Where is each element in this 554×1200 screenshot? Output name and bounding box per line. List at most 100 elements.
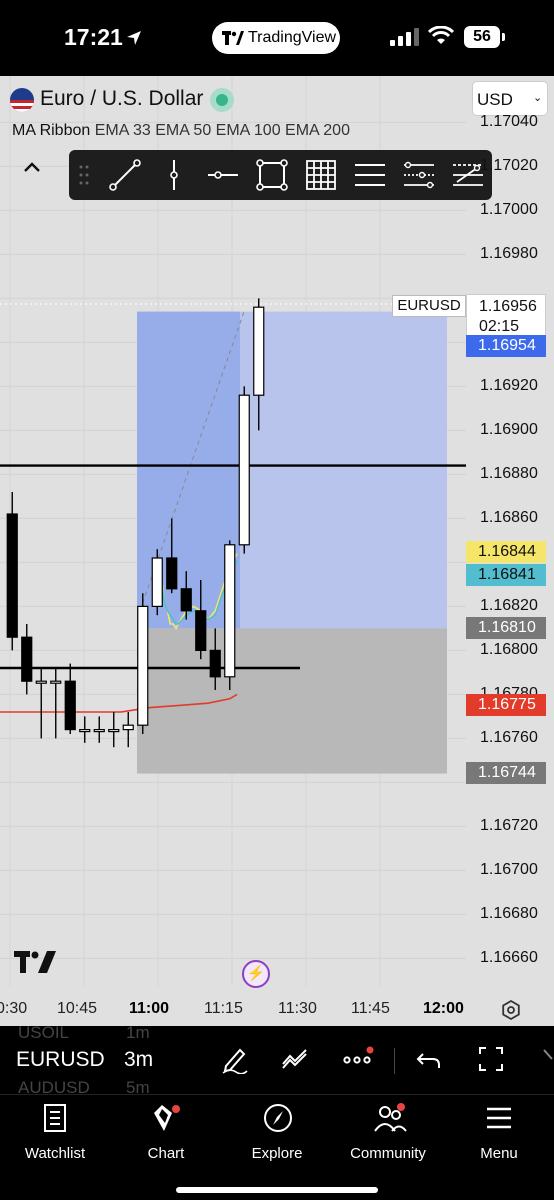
chevron-up-icon[interactable]	[22, 160, 42, 174]
bar-countdown: 02:15	[479, 318, 520, 335]
candle-body	[238, 394, 250, 546]
price-axis-label: 1.16660	[480, 949, 538, 967]
candle-body	[151, 557, 163, 608]
battery-level: 56	[464, 26, 500, 48]
trend-line-tool-icon[interactable]	[106, 156, 144, 194]
symbol-title[interactable]: Euro / U.S. Dollar	[40, 87, 203, 111]
home-indicator	[176, 1187, 378, 1193]
nav-chart[interactable]: Chart	[111, 1103, 221, 1163]
candle-body	[224, 544, 236, 678]
price-axis-label: 1.16820	[480, 597, 538, 615]
wifi-icon	[428, 26, 454, 44]
time-label: 10:45	[57, 1000, 98, 1017]
indicator-legend[interactable]: MA Ribbon EMA 33 EMA 50 EMA 100 EMA 200	[12, 122, 350, 140]
price-axis-label: 1.16920	[480, 377, 538, 395]
price-axis-label: 1.16860	[480, 509, 538, 527]
nav-explore[interactable]: Explore	[222, 1103, 332, 1163]
hamburger-menu-icon	[487, 1107, 511, 1129]
price-axis-label: 1.16980	[480, 245, 538, 263]
current-price: 1.16956	[479, 298, 537, 315]
candle-body	[166, 557, 178, 590]
candle-body	[195, 610, 207, 651]
drag-handle-icon[interactable]	[79, 164, 89, 186]
candle-body	[6, 513, 18, 638]
picker-item-above[interactable]: USOIL	[18, 1026, 69, 1043]
candle-body	[21, 636, 33, 682]
stop-price-tag: 1.16744	[466, 762, 546, 784]
picker-item-below[interactable]: AUDUSD	[18, 1078, 90, 1094]
symbol-bar: USOIL 1m EURUSD 3m AUDUSD 5m	[0, 1026, 554, 1094]
indicators-icon[interactable]	[280, 1044, 310, 1074]
nav-chart-label: Chart	[147, 1145, 185, 1162]
nav-explore-label: Explore	[251, 1145, 303, 1162]
fullscreen-icon[interactable]	[476, 1044, 506, 1074]
location-arrow-icon	[127, 31, 141, 45]
ema200-price-tag: 1.16775	[466, 694, 546, 716]
price-axis-label: 1.17020	[480, 157, 538, 175]
entry-price-tag: 1.16810	[466, 617, 546, 639]
status-time: 17:21	[64, 24, 123, 50]
loss-zone	[137, 628, 447, 774]
price-axis-label: 1.16800	[480, 641, 538, 659]
price-axis-label: 1.16880	[480, 465, 538, 483]
nav-community[interactable]: Community	[333, 1103, 443, 1163]
market-status-icon[interactable]	[210, 88, 234, 112]
horizontal-line-tool-icon[interactable]	[204, 156, 242, 194]
price-axis-label: 1.16760	[480, 729, 538, 747]
picker-timeframe-below[interactable]: 5m	[126, 1078, 150, 1094]
regression-channel-tool-icon[interactable]	[400, 156, 438, 194]
indicator-params: EMA 33 EMA 50 EMA 100 EMA 200	[94, 122, 350, 139]
battery-tip	[502, 33, 505, 41]
indicator-name: MA Ribbon	[12, 122, 91, 139]
drawing-toolbar	[69, 150, 492, 200]
candle-body	[137, 605, 149, 726]
picker-timeframe-above[interactable]: 1m	[126, 1026, 150, 1043]
grid-tool-icon[interactable]	[302, 156, 340, 194]
candle-body	[108, 728, 120, 733]
candle-body	[35, 680, 47, 684]
chart-area[interactable]: Euro / U.S. Dollar USD ⌄ MA Ribbon EMA 3…	[0, 76, 554, 1026]
price-axis-label: 1.16720	[480, 817, 538, 835]
nav-menu-label: Menu	[480, 1145, 518, 1162]
price-axis-label: 1.16680	[480, 905, 538, 923]
tradingview-logo-icon	[222, 31, 244, 45]
price-axis[interactable]: 1.17040 1.17020 1.17000 1.16980 1.16920 1.169…	[466, 76, 554, 996]
symbol-picker[interactable]: EURUSD	[16, 1048, 105, 1072]
pen-drawing-icon[interactable]	[220, 1044, 250, 1074]
ema33-price-tag: 1.16844	[466, 541, 546, 563]
current-price-tag: 1.16956 02:15	[466, 294, 546, 338]
rectangle-tool-icon[interactable]	[253, 156, 291, 194]
community-icon	[374, 1103, 407, 1132]
ema50-price-tag: 1.16841	[466, 564, 546, 586]
toolbar-divider	[394, 1048, 395, 1074]
tradingview-pill[interactable]: TradingView	[212, 22, 340, 54]
candle-body	[253, 306, 265, 396]
price-axis-label: 1.17040	[480, 113, 538, 131]
price-axis-label: 1.16900	[480, 421, 538, 439]
nav-menu[interactable]: Menu	[444, 1103, 554, 1163]
time-label: 11:45	[351, 1000, 390, 1017]
candle-body	[122, 724, 134, 731]
time-label: 11:30	[278, 1000, 317, 1017]
candle-body	[209, 649, 221, 678]
time-label: 12:00	[423, 1000, 464, 1017]
chevron-right-icon[interactable]	[540, 1044, 554, 1074]
time-label: 11:15	[204, 1000, 243, 1017]
more-options-icon[interactable]	[342, 1044, 374, 1074]
vertical-line-tool-icon[interactable]	[155, 156, 193, 194]
watchlist-icon	[44, 1104, 66, 1132]
nav-community-label: Community	[350, 1145, 426, 1162]
timeframe-picker[interactable]: 3m	[124, 1048, 153, 1072]
nav-watchlist[interactable]: Watchlist	[0, 1103, 110, 1163]
lightning-icon[interactable]: ⚡	[242, 960, 270, 988]
bid-price-tag: 1.16954	[466, 335, 546, 357]
candle-body	[79, 728, 91, 733]
parallel-channel-tool-icon[interactable]	[351, 156, 389, 194]
cellular-signal-icon	[390, 28, 419, 46]
time-label: 11:00	[129, 1000, 170, 1017]
chart-nav-icon	[154, 1105, 180, 1131]
undo-icon[interactable]	[415, 1044, 445, 1074]
eur-usd-flag-icon	[10, 88, 34, 112]
gear-icon[interactable]	[500, 999, 522, 1021]
status-bar: 17:21 TradingView 56	[0, 0, 554, 76]
